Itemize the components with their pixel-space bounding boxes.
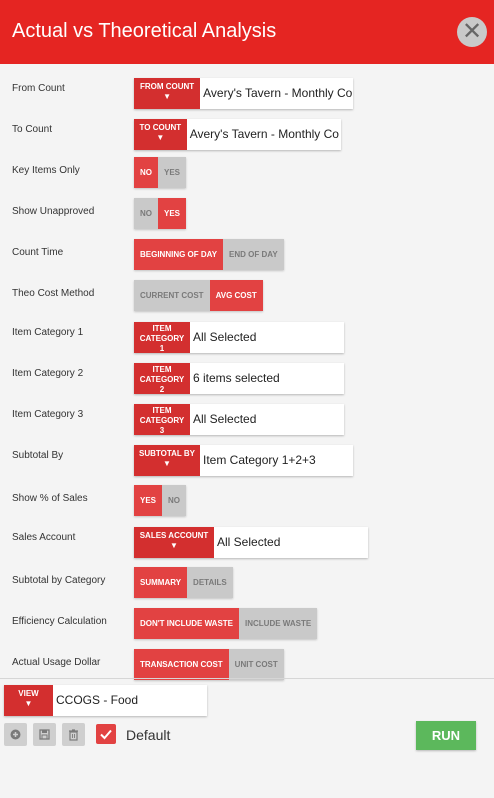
- caret-down-icon: ▼: [163, 459, 171, 468]
- subtotal-by-button[interactable]: SUBTOTAL BY ▼: [134, 445, 200, 476]
- save-icon: [39, 729, 50, 740]
- actual-usage-dollar-toggle[interactable]: TRANSACTION COST UNIT COST: [134, 649, 284, 680]
- dont-include-waste-option[interactable]: DON'T INCLUDE WASTE: [134, 608, 240, 639]
- summary-option[interactable]: SUMMARY: [134, 567, 188, 598]
- to-count-label: To Count: [12, 124, 53, 135]
- key-items-no-option[interactable]: NO: [134, 157, 158, 188]
- from-count-button[interactable]: FROM COUNT ▼: [134, 78, 201, 109]
- show-pct-sales-label: Show % of Sales: [12, 493, 88, 504]
- close-button[interactable]: ✕: [457, 17, 487, 47]
- show-pct-sales-no-option[interactable]: NO: [162, 485, 187, 516]
- item-category-2-dropdown[interactable]: ITEM CATEGORY 2 6 items selected: [134, 363, 344, 394]
- caret-down-icon: ▼: [170, 541, 178, 550]
- current-cost-option[interactable]: CURRENT COST: [134, 280, 210, 311]
- count-time-label: Count Time: [12, 247, 64, 258]
- key-items-only-toggle[interactable]: NO YES: [134, 157, 187, 188]
- efficiency-calculation-label: Efficiency Calculation: [12, 616, 107, 627]
- actual-usage-dollar-label: Actual Usage Dollar: [12, 657, 101, 668]
- subtotal-by-button-label: SUBTOTAL BY: [139, 449, 196, 458]
- run-button[interactable]: RUN: [416, 721, 476, 750]
- dialog-title: Actual vs Theoretical Analysis: [12, 20, 277, 42]
- sales-account-button[interactable]: SALES ACCOUNT ▼: [134, 527, 214, 558]
- caret-down-icon: ▼: [24, 699, 33, 708]
- footer-divider: [0, 678, 494, 679]
- caret-down-icon: ▼: [156, 133, 165, 142]
- from-count-button-label: FROM COUNT: [139, 82, 195, 91]
- dialog-header: Actual vs Theoretical Analysis ✕: [0, 0, 494, 64]
- show-unapproved-label: Show Unapproved: [12, 206, 95, 217]
- add-view-button[interactable]: [4, 723, 27, 746]
- from-count-dropdown[interactable]: FROM COUNT ▼ Avery's Tavern - Monthly Co: [134, 78, 353, 109]
- show-unapproved-toggle[interactable]: NO YES: [134, 198, 187, 229]
- caret-down-icon: ▼: [163, 92, 172, 101]
- subtotal-by-category-label: Subtotal by Category: [12, 575, 106, 586]
- transaction-cost-option[interactable]: TRANSACTION COST: [134, 649, 229, 680]
- view-dropdown[interactable]: VIEW ▼ CCOGS - Food: [4, 685, 207, 716]
- details-option[interactable]: DETAILS: [187, 567, 233, 598]
- item-category-3-value[interactable]: All Selected: [190, 404, 259, 435]
- show-pct-sales-toggle[interactable]: YES NO: [134, 485, 187, 516]
- sales-account-value[interactable]: All Selected: [214, 527, 283, 558]
- unit-cost-option[interactable]: UNIT COST: [228, 649, 284, 680]
- theo-cost-method-label: Theo Cost Method: [12, 288, 95, 299]
- to-count-dropdown[interactable]: TO COUNT ▼ Avery's Tavern - Monthly Co: [134, 119, 341, 150]
- include-waste-option[interactable]: INCLUDE WASTE: [239, 608, 318, 639]
- theo-cost-method-toggle[interactable]: CURRENT COST AVG COST: [134, 280, 263, 311]
- from-count-label: From Count: [12, 83, 65, 94]
- beginning-of-day-option[interactable]: BEGINNING OF DAY: [134, 239, 224, 270]
- subtotal-by-value[interactable]: Item Category 1+2+3: [200, 445, 319, 476]
- save-view-button[interactable]: [33, 723, 56, 746]
- item-category-3-dropdown[interactable]: ITEM CATEGORY 3 All Selected: [134, 404, 344, 435]
- subtotal-by-category-toggle[interactable]: SUMMARY DETAILS: [134, 567, 233, 598]
- item-category-1-label: Item Category 1: [12, 327, 84, 338]
- default-label: Default: [126, 727, 171, 743]
- show-unapproved-yes-option[interactable]: YES: [158, 198, 187, 229]
- item-category-1-button[interactable]: ITEM CATEGORY 1: [134, 322, 190, 353]
- delete-view-button[interactable]: [62, 723, 85, 746]
- plus-circle-icon: [10, 729, 21, 740]
- checkmark-icon: [100, 729, 112, 740]
- show-unapproved-no-option[interactable]: NO: [134, 198, 158, 229]
- item-category-3-button[interactable]: ITEM CATEGORY 3: [134, 404, 190, 435]
- from-count-value[interactable]: Avery's Tavern - Monthly Co: [200, 78, 353, 109]
- item-category-2-label: Item Category 2: [12, 368, 84, 379]
- to-count-value[interactable]: Avery's Tavern - Monthly Co: [187, 119, 341, 150]
- trash-icon: [69, 729, 78, 741]
- sales-account-button-label: SALES ACCOUNT: [139, 531, 209, 540]
- item-category-1-dropdown[interactable]: ITEM CATEGORY 1 All Selected: [134, 322, 344, 353]
- item-category-1-value[interactable]: All Selected: [190, 322, 259, 353]
- item-category-2-button[interactable]: ITEM CATEGORY 2: [134, 363, 190, 394]
- count-time-toggle[interactable]: BEGINNING OF DAY END OF DAY: [134, 239, 284, 270]
- subtotal-by-label: Subtotal By: [12, 450, 64, 461]
- end-of-day-option[interactable]: END OF DAY: [223, 239, 284, 270]
- item-category-3-label: Item Category 3: [12, 409, 84, 420]
- default-checkbox[interactable]: [96, 724, 116, 744]
- key-items-yes-option[interactable]: YES: [158, 157, 187, 188]
- to-count-button-label: TO COUNT: [139, 123, 182, 132]
- item-category-2-value[interactable]: 6 items selected: [190, 363, 283, 394]
- view-button[interactable]: VIEW ▼: [4, 685, 53, 716]
- sales-account-label: Sales Account: [12, 532, 76, 543]
- view-button-label: VIEW: [18, 689, 39, 698]
- subtotal-by-dropdown[interactable]: SUBTOTAL BY ▼ Item Category 1+2+3: [134, 445, 353, 476]
- sales-account-dropdown[interactable]: SALES ACCOUNT ▼ All Selected: [134, 527, 368, 558]
- view-value[interactable]: CCOGS - Food: [53, 685, 141, 716]
- efficiency-calculation-toggle[interactable]: DON'T INCLUDE WASTE INCLUDE WASTE: [134, 608, 318, 639]
- key-items-only-label: Key Items Only: [12, 165, 80, 176]
- to-count-button[interactable]: TO COUNT ▼: [134, 119, 187, 150]
- avg-cost-option[interactable]: AVG COST: [209, 280, 263, 311]
- show-pct-sales-yes-option[interactable]: YES: [134, 485, 163, 516]
